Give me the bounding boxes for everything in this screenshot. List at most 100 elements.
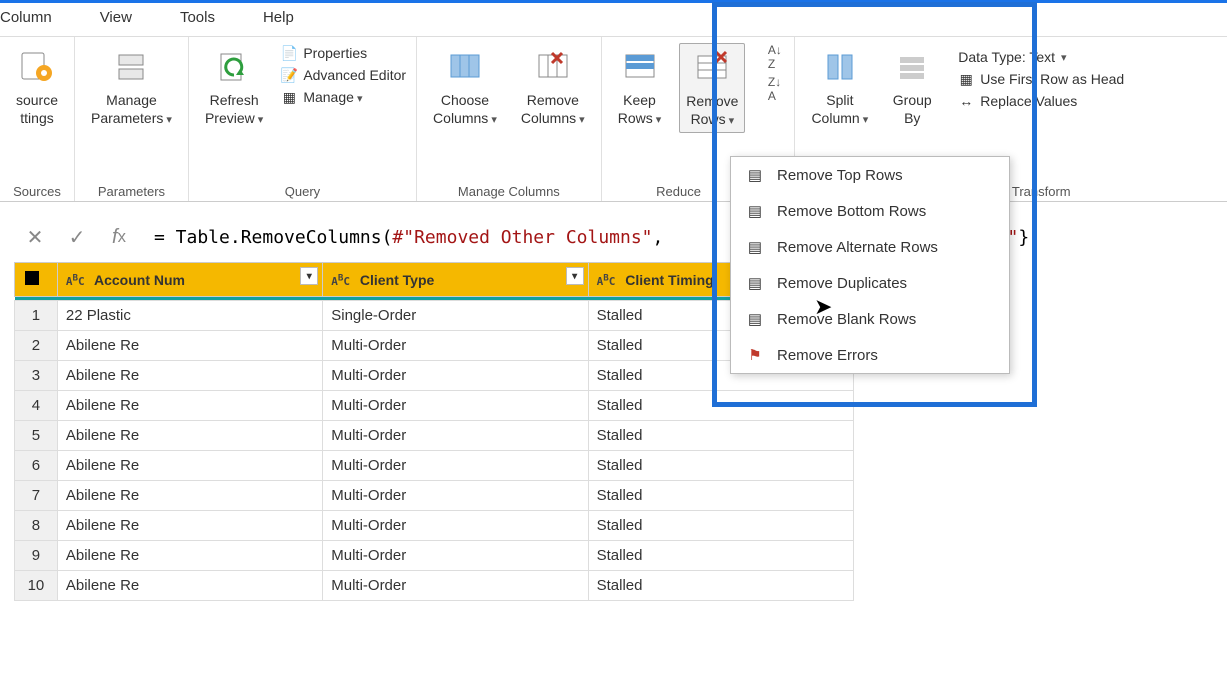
rows-bottom-icon: ▤ xyxy=(745,201,765,221)
cell-client-timing[interactable]: Stalled xyxy=(588,571,853,601)
cell-client-type[interactable]: Multi-Order xyxy=(323,511,588,541)
remove-errors-item[interactable]: ⚑Remove Errors xyxy=(731,337,1009,373)
cell-client-timing[interactable]: Stalled xyxy=(588,391,853,421)
table-row[interactable]: 2 Abilene Re Multi-Order Stalled xyxy=(15,331,854,361)
group-reduce-label: Reduce xyxy=(656,180,701,199)
table-row[interactable]: 9 Abilene Re Multi-Order Stalled xyxy=(15,541,854,571)
menu-view[interactable]: View xyxy=(100,9,132,26)
cell-account-num[interactable]: Abilene Re xyxy=(57,481,322,511)
group-manage-columns-label: Manage Columns xyxy=(458,180,560,199)
cell-account-num[interactable]: Abilene Re xyxy=(57,511,322,541)
split-column-icon xyxy=(820,47,860,87)
cell-client-type[interactable]: Multi-Order xyxy=(323,421,588,451)
data-table: ABC Account Num ▾ ABC Client Type ▾ ABC … xyxy=(14,262,854,601)
cell-account-num[interactable]: 22 Plastic xyxy=(57,301,322,331)
remove-duplicates-item[interactable]: ▤Remove Duplicates xyxy=(731,265,1009,301)
ribbon: sourcettings Sources ManageParameters Pa… xyxy=(0,37,1227,202)
use-first-row-button[interactable]: ▦Use First Row as Head xyxy=(958,71,1124,87)
manage-button[interactable]: ▦Manage xyxy=(281,89,406,105)
cell-client-timing[interactable]: Stalled xyxy=(588,541,853,571)
cell-account-num[interactable]: Abilene Re xyxy=(57,421,322,451)
row-number[interactable]: 4 xyxy=(15,391,58,421)
row-number[interactable]: 10 xyxy=(15,571,58,601)
cancel-formula-button[interactable]: ✕ xyxy=(20,222,50,252)
menu-column[interactable]: Column xyxy=(0,9,52,26)
cell-client-type[interactable]: Multi-Order xyxy=(323,331,588,361)
cell-client-type[interactable]: Multi-Order xyxy=(323,391,588,421)
refresh-icon xyxy=(214,47,254,87)
cell-account-num[interactable]: Abilene Re xyxy=(57,451,322,481)
remove-blank-rows-item[interactable]: ▤Remove Blank Rows xyxy=(731,301,1009,337)
keep-rows-button[interactable]: KeepRows xyxy=(612,43,668,131)
cell-account-num[interactable]: Abilene Re xyxy=(57,541,322,571)
data-type-button[interactable]: Data Type: Text xyxy=(958,49,1124,65)
group-query-label: Query xyxy=(285,180,320,199)
row-number[interactable]: 7 xyxy=(15,481,58,511)
table-row[interactable]: 3 Abilene Re Multi-Order Stalled xyxy=(15,361,854,391)
menu-tools[interactable]: Tools xyxy=(180,9,215,26)
choose-columns-button[interactable]: ChooseColumns xyxy=(427,43,503,131)
group-sources-label: Sources xyxy=(13,180,61,199)
col-account-num[interactable]: ABC Account Num ▾ xyxy=(57,263,322,297)
group-parameters-label: Parameters xyxy=(98,180,165,199)
table-header-icon: ▦ xyxy=(958,71,974,87)
table-row[interactable]: 7 Abilene Re Multi-Order Stalled xyxy=(15,481,854,511)
cell-account-num[interactable]: Abilene Re xyxy=(57,391,322,421)
row-number[interactable]: 9 xyxy=(15,541,58,571)
remove-rows-button[interactable]: RemoveRows xyxy=(679,43,745,133)
row-number[interactable]: 6 xyxy=(15,451,58,481)
cell-client-timing[interactable]: Stalled xyxy=(588,421,853,451)
cell-client-timing[interactable]: Stalled xyxy=(588,451,853,481)
sort-desc-button[interactable]: Z↓A xyxy=(768,75,782,103)
cell-client-timing[interactable]: Stalled xyxy=(588,511,853,541)
cell-client-type[interactable]: Multi-Order xyxy=(323,481,588,511)
cell-account-num[interactable]: Abilene Re xyxy=(57,331,322,361)
cell-client-type[interactable]: Multi-Order xyxy=(323,541,588,571)
group-by-icon xyxy=(892,47,932,87)
formula-input[interactable]: = Table.RemoveColumns(#"Removed Other Co… xyxy=(150,223,1227,252)
cell-client-type[interactable]: Multi-Order xyxy=(323,571,588,601)
table-row[interactable]: 4 Abilene Re Multi-Order Stalled xyxy=(15,391,854,421)
replace-values-button[interactable]: ↔Replace Values xyxy=(958,93,1124,109)
menu-help[interactable]: Help xyxy=(263,9,294,26)
row-number[interactable]: 1 xyxy=(15,301,58,331)
row-number[interactable]: 5 xyxy=(15,421,58,451)
keep-rows-icon xyxy=(620,47,660,87)
table-row[interactable]: 1 22 Plastic Single-Order Stalled xyxy=(15,301,854,331)
properties-button[interactable]: 📄Properties xyxy=(281,45,406,61)
cell-client-type[interactable]: Multi-Order xyxy=(323,451,588,481)
cell-account-num[interactable]: Abilene Re xyxy=(57,361,322,391)
table-row[interactable]: 5 Abilene Re Multi-Order Stalled xyxy=(15,421,854,451)
fx-button[interactable]: fx xyxy=(104,222,134,252)
remove-bottom-rows-item[interactable]: ▤Remove Bottom Rows xyxy=(731,193,1009,229)
table-row[interactable]: 6 Abilene Re Multi-Order Stalled xyxy=(15,451,854,481)
manage-icon: ▦ xyxy=(281,89,297,105)
type-text-icon: ABC xyxy=(597,275,616,288)
editor-icon: 📝 xyxy=(281,67,297,83)
table-corner[interactable] xyxy=(15,263,58,297)
table-row[interactable]: 8 Abilene Re Multi-Order Stalled xyxy=(15,511,854,541)
accept-formula-button[interactable]: ✓ xyxy=(62,222,92,252)
cell-client-type[interactable]: Multi-Order xyxy=(323,361,588,391)
cell-client-timing[interactable]: Stalled xyxy=(588,481,853,511)
remove-columns-button[interactable]: RemoveColumns xyxy=(515,43,591,131)
remove-alternate-rows-item[interactable]: ▤Remove Alternate Rows xyxy=(731,229,1009,265)
data-source-settings-button[interactable]: sourcettings xyxy=(10,43,64,131)
rows-err-icon: ⚑ xyxy=(745,345,765,365)
row-number[interactable]: 3 xyxy=(15,361,58,391)
sort-asc-button[interactable]: A↓Z xyxy=(768,43,782,71)
remove-top-rows-item[interactable]: ▤Remove Top Rows xyxy=(731,157,1009,193)
cell-account-num[interactable]: Abilene Re xyxy=(57,571,322,601)
col-client-type[interactable]: ABC Client Type ▾ xyxy=(323,263,588,297)
split-column-button[interactable]: SplitColumn xyxy=(805,43,874,131)
filter-icon[interactable]: ▾ xyxy=(566,267,584,285)
row-number[interactable]: 8 xyxy=(15,511,58,541)
refresh-preview-button[interactable]: RefreshPreview xyxy=(199,43,269,131)
filter-icon[interactable]: ▾ xyxy=(300,267,318,285)
manage-parameters-button[interactable]: ManageParameters xyxy=(85,43,178,131)
row-number[interactable]: 2 xyxy=(15,331,58,361)
advanced-editor-button[interactable]: 📝Advanced Editor xyxy=(281,67,406,83)
cell-client-type[interactable]: Single-Order xyxy=(323,301,588,331)
table-row[interactable]: 10 Abilene Re Multi-Order Stalled xyxy=(15,571,854,601)
group-by-button[interactable]: GroupBy xyxy=(886,43,938,131)
